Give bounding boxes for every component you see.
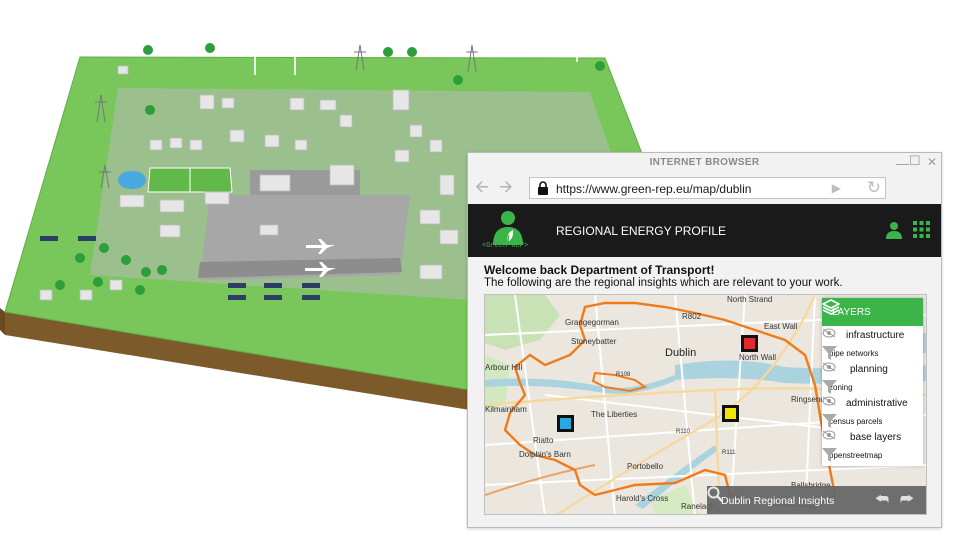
layer-name: administrative <box>846 398 908 409</box>
dublin-map[interactable]: North Strand Grangegorman R802 East Wall… <box>484 294 927 515</box>
minimize-icon[interactable]: — <box>896 156 909 172</box>
eye-icon[interactable] <box>822 328 836 338</box>
welcome-subtitle: The following are the regional insights … <box>484 277 843 289</box>
undo-icon[interactable]: ⮪ <box>875 492 889 508</box>
map-label-dublin: Dublin <box>665 347 697 359</box>
map-label-kilmainham: Kilmainham <box>485 405 527 414</box>
search-icon[interactable] <box>707 486 723 502</box>
layer-group-base-layers[interactable]: base layers <box>822 430 923 447</box>
layer-item-zoning[interactable]: zoning <box>822 379 923 396</box>
forward-arrow-icon[interactable]: 🡪 <box>499 178 513 196</box>
map-label-portobello: Portobello <box>627 462 664 471</box>
eye-icon[interactable] <box>822 362 836 372</box>
map-marker-blue[interactable] <box>557 415 574 432</box>
layer-group-infrastructure[interactable]: infrastructure <box>822 328 923 345</box>
scene: INTERNET BROWSER — ☐ ✕ 🡨 🡪 https://www.g… <box>0 0 960 540</box>
layer-item-label: census parcels <box>829 417 883 426</box>
layer-item-pipe-networks[interactable]: pipe networks <box>822 345 923 362</box>
logo-text: <Green-REP> <box>482 242 529 250</box>
map-label-arbour-hill: Arbour Hill <box>485 363 523 372</box>
back-arrow-icon[interactable]: 🡨 <box>475 178 489 196</box>
close-icon[interactable]: ✕ <box>927 154 937 170</box>
filter-icon[interactable] <box>822 447 837 462</box>
insights-label[interactable]: Dublin Regional Insights <box>721 495 834 507</box>
app-title: REGIONAL ENERGY PROFILE <box>556 224 727 238</box>
map-marker-red[interactable] <box>741 335 758 352</box>
layer-name: base layers <box>850 432 902 443</box>
layers-header: LAYERS <box>822 298 923 326</box>
layer-item-label: openstreetmap <box>829 451 883 460</box>
map-label-north-wall: North Wall <box>739 353 777 362</box>
map-label-r108: R108 <box>616 372 631 378</box>
insights-bar: Dublin Regional Insights ⮪ ⮫ <box>707 486 926 514</box>
eye-icon[interactable] <box>822 396 836 406</box>
map-label-r110: R110 <box>676 429 690 435</box>
map-label-dolphins-barn: Dolphin's Barn <box>519 450 571 459</box>
layer-item-census-parcels[interactable]: census parcels <box>822 413 923 430</box>
layer-item-openstreetmap[interactable]: openstreetmap <box>822 447 923 464</box>
map-label-east-wall: East Wall <box>764 322 798 331</box>
url-text[interactable]: https://www.green-rep.eu/map/dublin <box>556 182 751 196</box>
filter-icon[interactable] <box>822 413 837 428</box>
welcome-heading: Welcome back Department of Transport! <box>484 263 715 277</box>
map-marker-yellow[interactable] <box>722 405 739 422</box>
map-label-ringsend: Ringsend <box>791 395 825 404</box>
go-icon[interactable]: ▶ <box>832 181 841 195</box>
redo-icon[interactable]: ⮫ <box>900 492 914 508</box>
layer-group-administrative[interactable]: administrative <box>822 396 923 413</box>
map-label-r802: R802 <box>682 312 702 321</box>
map-label-r111: R111 <box>722 450 736 456</box>
layer-name: infrastructure <box>846 330 905 341</box>
filter-icon[interactable] <box>822 379 837 394</box>
maximize-icon[interactable]: ☐ <box>909 153 921 169</box>
layer-group-planning[interactable]: planning <box>822 362 923 379</box>
window-title: INTERNET BROWSER <box>649 157 760 168</box>
map-label-stoneybatter: Stoneybatter <box>571 337 617 346</box>
user-icon[interactable] <box>885 221 903 239</box>
browser-toolbar: 🡨 🡪 https://www.green-rep.eu/map/dublin … <box>468 173 941 203</box>
map-label-rialto: Rialto <box>533 436 554 445</box>
layers-panel: LAYERS infrastructure pipe networks plan… <box>822 298 923 466</box>
map-label-harolds-cross: Harold's Cross <box>616 494 669 503</box>
app-header: <Green-REP> REGIONAL ENERGY PROFILE <box>468 204 941 257</box>
address-bar[interactable]: https://www.green-rep.eu/map/dublin ▶ ↻ <box>529 177 886 199</box>
reload-icon[interactable]: ↻ <box>867 179 881 197</box>
layers-stack-icon[interactable] <box>822 298 840 316</box>
layer-name: planning <box>850 364 888 375</box>
filter-icon[interactable] <box>822 345 837 360</box>
map-label-the-liberties: The Liberties <box>591 410 638 419</box>
browser-titlebar: INTERNET BROWSER — ☐ ✕ <box>468 153 941 173</box>
map-label-north-strand: North Strand <box>727 295 773 304</box>
apps-grid-icon[interactable] <box>913 221 930 238</box>
browser-window: INTERNET BROWSER — ☐ ✕ 🡨 🡪 https://www.g… <box>467 152 942 528</box>
eye-icon[interactable] <box>822 430 836 440</box>
lock-icon <box>538 181 548 195</box>
map-label-grangegorman: Grangegorman <box>565 318 619 327</box>
